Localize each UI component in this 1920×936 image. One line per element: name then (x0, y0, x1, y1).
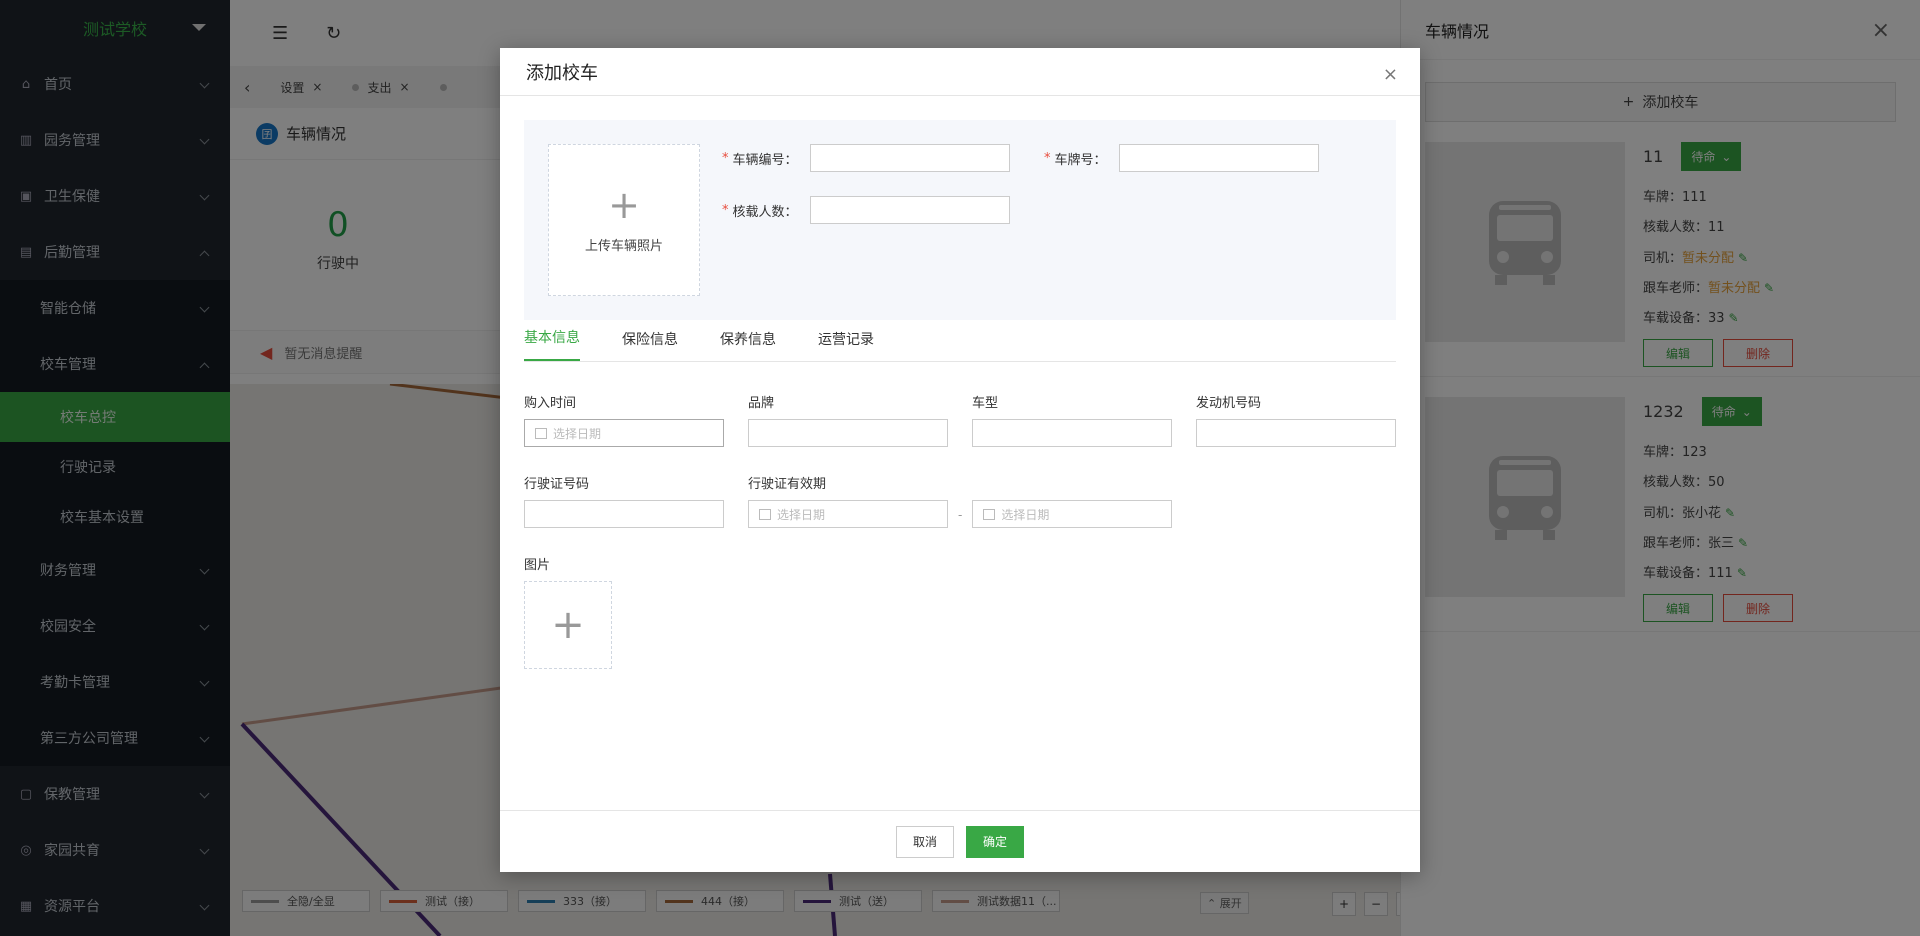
field-label: 行驶证号码 (524, 477, 590, 492)
modal-title: 添加校车 (526, 62, 598, 84)
field-label: 行驶证有效期 (748, 477, 827, 492)
field-label: 品牌 (748, 396, 775, 411)
range-separator: - (958, 508, 963, 522)
plate-input[interactable] (1118, 144, 1319, 172)
engine-no-input[interactable] (1196, 419, 1396, 447)
upload-picture-button[interactable]: + (524, 581, 612, 669)
modal-header: 添加校车 × (500, 48, 1420, 96)
field-pictures: 图片 + (524, 554, 1396, 669)
field-label: 车牌号： (1054, 152, 1107, 168)
field-plate: * 车牌号： (1044, 144, 1319, 172)
tab-operation-records[interactable]: 运营记录 (818, 329, 874, 361)
upload-photo-button[interactable]: + 上传车辆照片 (548, 144, 700, 296)
field-model: 车型 (972, 392, 1172, 447)
modal-tabs: 基本信息 保险信息 保养信息 运营记录 (524, 320, 1396, 362)
field-label: 核载人数： (732, 204, 798, 220)
field-vehicle-no: * 车辆编号： (722, 144, 1010, 172)
basic-fields-area: + 上传车辆照片 * 车辆编号： * 车牌号： * 核载人数： (524, 120, 1396, 320)
license-start-date-picker[interactable]: 选择日期 (748, 500, 948, 528)
calendar-icon (759, 508, 771, 520)
field-brand: 品牌 (748, 392, 948, 447)
plus-icon: + (608, 182, 640, 227)
date-placeholder: 选择日期 (777, 507, 826, 522)
license-no-input[interactable] (524, 500, 724, 528)
basic-info-grid: 购入时间 选择日期 品牌 车型 发动机号码 (524, 392, 1396, 447)
field-engine-no: 发动机号码 (1196, 392, 1396, 447)
tab-insurance-info[interactable]: 保险信息 (622, 329, 678, 361)
model-input[interactable] (972, 419, 1172, 447)
required-mark: * (722, 150, 729, 166)
tab-basic-info[interactable]: 基本信息 (524, 327, 580, 361)
field-label: 车型 (972, 396, 999, 411)
modal-body: + 上传车辆照片 * 车辆编号： * 车牌号： * 核载人数： 基本信息 保险信… (500, 96, 1420, 669)
field-label: 购入时间 (524, 396, 577, 411)
date-placeholder: 选择日期 (553, 426, 602, 441)
field-license-valid-start: 行驶证有效期 选择日期 (748, 473, 948, 528)
field-license-valid-end: 选择日期 (972, 500, 1173, 528)
buy-time-date-picker[interactable]: 选择日期 (524, 419, 724, 447)
confirm-button[interactable]: 确定 (966, 825, 1024, 858)
tab-maintenance-info[interactable]: 保养信息 (720, 329, 776, 361)
field-seats: * 核载人数： (722, 196, 1010, 224)
date-placeholder: 选择日期 (1001, 507, 1050, 522)
cancel-button[interactable]: 取消 (896, 825, 954, 858)
calendar-icon (535, 427, 547, 439)
modal-footer: 取消 确定 (500, 810, 1420, 872)
field-label: 车辆编号： (732, 152, 798, 168)
required-mark: * (722, 202, 729, 218)
upload-photo-label: 上传车辆照片 (584, 238, 663, 254)
required-mark: * (1044, 150, 1051, 166)
calendar-icon (983, 508, 996, 520)
close-icon[interactable]: × (1383, 64, 1398, 85)
license-row: 行驶证号码 行驶证有效期 选择日期 - 选择日期 (524, 473, 1396, 528)
field-label: 发动机号码 (1196, 396, 1262, 411)
plus-icon: + (551, 602, 585, 648)
vehicle-no-input[interactable] (809, 144, 1010, 172)
brand-input[interactable] (748, 419, 948, 447)
add-bus-modal: 添加校车 × + 上传车辆照片 * 车辆编号： * 车牌号： * 核载人数： 基… (500, 48, 1420, 872)
field-license-no: 行驶证号码 (524, 473, 724, 528)
field-buy-time: 购入时间 选择日期 (524, 392, 724, 447)
field-label: 图片 (524, 558, 551, 573)
license-end-date-picker[interactable]: 选择日期 (972, 500, 1173, 528)
seats-input[interactable] (809, 196, 1010, 224)
